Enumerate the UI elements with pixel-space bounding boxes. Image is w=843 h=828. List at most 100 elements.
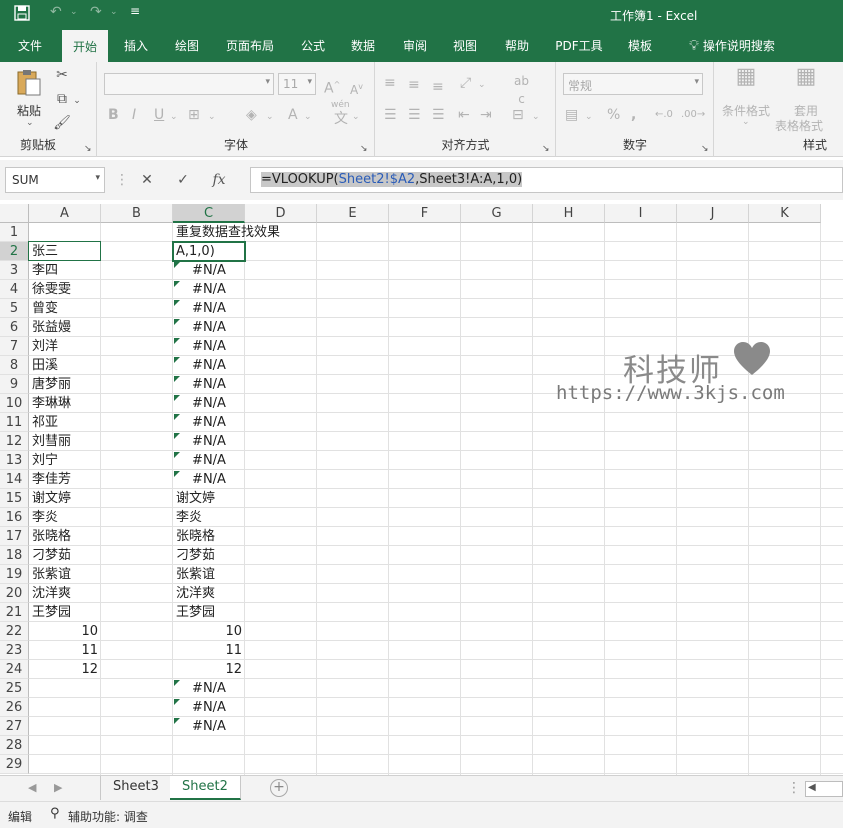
accessibility-icon[interactable]: ⚲ xyxy=(50,806,60,821)
error-indicator-icon[interactable] xyxy=(174,281,180,287)
cell-a14[interactable]: 李佳芳 xyxy=(29,470,101,489)
cell-c13[interactable]: #N/A xyxy=(173,451,245,470)
row-header-21[interactable]: 21 xyxy=(0,603,29,622)
cell-c15[interactable]: 谢文婷 xyxy=(173,489,245,508)
column-header-g[interactable]: G xyxy=(461,204,533,223)
paste-button[interactable]: 粘贴 xyxy=(17,102,41,119)
align-center-icon[interactable]: ☰ xyxy=(408,106,421,124)
cell-c18[interactable]: 刁梦茹 xyxy=(173,546,245,565)
scroll-left-icon[interactable]: ◀ xyxy=(808,782,816,793)
cell-c5[interactable]: #N/A xyxy=(173,299,245,318)
cut-icon[interactable]: ✂ xyxy=(52,66,72,84)
fill-color-icon[interactable]: ◈ xyxy=(246,106,257,124)
cell-c23[interactable]: 11 xyxy=(173,641,245,660)
error-indicator-icon[interactable] xyxy=(174,699,180,705)
paste-icon[interactable] xyxy=(14,68,44,98)
row-header-27[interactable]: 27 xyxy=(0,717,29,736)
cell-c6[interactable]: #N/A xyxy=(173,318,245,337)
column-header-e[interactable]: E xyxy=(317,204,389,223)
error-indicator-icon[interactable] xyxy=(174,471,180,477)
cell-a11[interactable]: 祁亚 xyxy=(29,413,101,432)
cell-c3[interactable]: #N/A xyxy=(173,261,245,280)
cell-a7[interactable]: 刘洋 xyxy=(29,337,101,356)
cell-c14[interactable]: #N/A xyxy=(173,470,245,489)
enter-icon[interactable]: ✓ xyxy=(165,172,201,188)
cell-c4[interactable]: #N/A xyxy=(173,280,245,299)
cell-a22[interactable]: 10 xyxy=(29,622,101,641)
fill-dropdown-icon[interactable]: ⌄ xyxy=(266,108,274,126)
format-painter-icon[interactable]: 🖌︎ xyxy=(52,114,72,132)
column-header-h[interactable]: H xyxy=(533,204,605,223)
row-header-25[interactable]: 25 xyxy=(0,679,29,698)
error-indicator-icon[interactable] xyxy=(174,414,180,420)
row-header-10[interactable]: 10 xyxy=(0,394,29,413)
conditional-format-dropdown-icon[interactable]: ⌄ xyxy=(742,117,750,127)
error-indicator-icon[interactable] xyxy=(174,718,180,724)
error-indicator-icon[interactable] xyxy=(174,338,180,344)
table-format-icon[interactable]: ▦ xyxy=(791,66,821,88)
redo-dropdown-icon[interactable]: ⌄ xyxy=(110,7,118,17)
paste-dropdown-icon[interactable]: ⌄ xyxy=(26,118,34,128)
row-header-26[interactable]: 26 xyxy=(0,698,29,717)
font-color-icon[interactable]: A xyxy=(288,106,298,124)
orientation-icon[interactable]: ⤢ xyxy=(460,74,471,92)
undo-icon[interactable]: ↶ xyxy=(50,4,62,20)
tab-insert[interactable]: 插入 xyxy=(115,30,157,62)
copy-dropdown-icon[interactable]: ⌄ xyxy=(72,92,82,110)
row-header-7[interactable]: 7 xyxy=(0,337,29,356)
cell-c19[interactable]: 张紫谊 xyxy=(173,565,245,584)
cell-c27[interactable]: #N/A xyxy=(173,717,245,736)
error-indicator-icon[interactable] xyxy=(174,262,180,268)
column-header-d[interactable]: D xyxy=(245,204,317,223)
column-header-i[interactable]: I xyxy=(605,204,677,223)
tab-draw[interactable]: 绘图 xyxy=(166,30,208,62)
undo-dropdown-icon[interactable]: ⌄ xyxy=(70,7,78,17)
cell-c24[interactable]: 12 xyxy=(173,660,245,679)
sheet-tab-sheet2[interactable]: Sheet2 xyxy=(170,776,241,800)
tab-formulas[interactable]: 公式 xyxy=(292,30,334,62)
tab-view[interactable]: 视图 xyxy=(444,30,486,62)
row-header-5[interactable]: 5 xyxy=(0,299,29,318)
row-header-12[interactable]: 12 xyxy=(0,432,29,451)
scroll-options-icon[interactable]: ⋮ xyxy=(787,780,801,796)
cell-c11[interactable]: #N/A xyxy=(173,413,245,432)
cell-c22[interactable]: 10 xyxy=(173,622,245,641)
column-header-c[interactable]: C xyxy=(173,204,245,223)
cell-a5[interactable]: 曾变 xyxy=(29,299,101,318)
cell-a19[interactable]: 张紫谊 xyxy=(29,565,101,584)
row-header-4[interactable]: 4 xyxy=(0,280,29,299)
conditional-format-icon[interactable]: ▦ xyxy=(731,66,761,88)
align-right-icon[interactable]: ☰ xyxy=(432,106,445,124)
error-indicator-icon[interactable] xyxy=(174,395,180,401)
row-header-6[interactable]: 6 xyxy=(0,318,29,337)
currency-dropdown-icon[interactable]: ⌄ xyxy=(585,108,593,126)
active-cell-c2[interactable] xyxy=(172,241,246,262)
cell-a24[interactable]: 12 xyxy=(29,660,101,679)
cell-a16[interactable]: 李炎 xyxy=(29,508,101,527)
error-indicator-icon[interactable] xyxy=(174,680,180,686)
cell-c10[interactable]: #N/A xyxy=(173,394,245,413)
sheet-tab-sheet3[interactable]: Sheet3 xyxy=(100,776,172,800)
cell-a4[interactable]: 徐雯雯 xyxy=(29,280,101,299)
increase-font-icon[interactable]: A^ xyxy=(324,76,340,98)
next-sheet-icon[interactable]: ▶ xyxy=(54,781,62,794)
alignment-launcher-icon[interactable]: ↘ xyxy=(542,140,550,158)
row-header-19[interactable]: 19 xyxy=(0,565,29,584)
copy-icon[interactable]: ⧉ xyxy=(52,90,72,108)
cell-a9[interactable]: 唐梦丽 xyxy=(29,375,101,394)
phonetic-icon[interactable]: wén xyxy=(331,100,350,110)
underline-icon[interactable]: U xyxy=(154,106,164,124)
cell-a12[interactable]: 刘彗丽 xyxy=(29,432,101,451)
add-sheet-icon[interactable]: + xyxy=(270,779,288,797)
tab-home[interactable]: 开始 xyxy=(62,30,108,62)
font-size-select[interactable]: 11 ▾ xyxy=(278,73,316,95)
row-header-8[interactable]: 8 xyxy=(0,356,29,375)
error-indicator-icon[interactable] xyxy=(174,319,180,325)
align-left-icon[interactable]: ☰ xyxy=(384,106,397,124)
save-icon[interactable] xyxy=(14,5,30,25)
row-header-1[interactable]: 1 xyxy=(0,223,29,242)
cell-a20[interactable]: 沈洋爽 xyxy=(29,584,101,603)
accessibility-status[interactable]: 辅助功能: 调查 xyxy=(68,808,148,825)
row-header-24[interactable]: 24 xyxy=(0,660,29,679)
name-box[interactable]: SUM ▾ xyxy=(5,167,105,193)
